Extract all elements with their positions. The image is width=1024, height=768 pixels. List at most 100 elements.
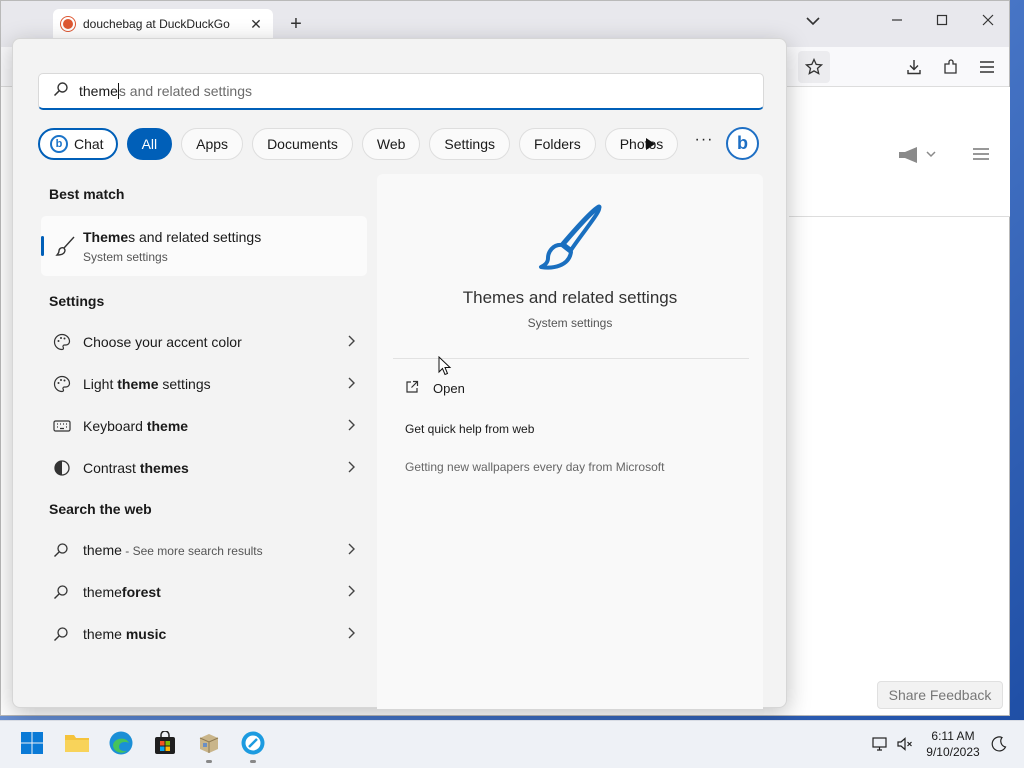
web-result-item[interactable]: theme music — [41, 615, 367, 653]
search-icon — [53, 584, 79, 600]
settings-result-label: Contrast themes — [83, 460, 347, 476]
page-menu-icon[interactable] — [972, 147, 990, 166]
settings-result-label: Choose your accent color — [83, 334, 347, 350]
chevron-right-icon[interactable] — [347, 542, 367, 558]
filter-chat[interactable]: b Chat — [38, 128, 118, 160]
bing-button-icon[interactable]: b — [726, 127, 759, 160]
palette-icon — [53, 375, 79, 393]
tab-title: douchebag at DuckDuckGo — [83, 17, 230, 31]
preview-subtitle: System settings — [527, 316, 613, 330]
filter-documents[interactable]: Documents — [252, 128, 353, 160]
microsoft-store-icon[interactable] — [151, 729, 179, 757]
filter-all[interactable]: All — [126, 128, 173, 160]
close-window-button[interactable] — [978, 13, 998, 30]
search-icon — [53, 81, 69, 102]
running-indicator — [250, 760, 256, 763]
best-match-title-rest: s and related settings — [128, 229, 262, 245]
result-text: Choose your accent color — [83, 334, 242, 350]
result-text: theme — [83, 584, 122, 600]
chevron-right-icon[interactable] — [347, 584, 367, 600]
browser-tab[interactable]: douchebag at DuckDuckGo ✕ — [53, 9, 273, 39]
firefox-browser-icon[interactable] — [239, 729, 267, 757]
settings-result-label: Keyboard theme — [83, 418, 347, 434]
new-tab-button[interactable]: + — [285, 13, 307, 36]
maximize-button[interactable] — [932, 13, 952, 30]
chevron-right-icon[interactable] — [347, 626, 367, 642]
start-search-panel: theme s and related settings b Chat All A… — [12, 38, 787, 709]
downloads-icon[interactable] — [902, 55, 926, 79]
settings-result-item[interactable]: Choose your accent color — [41, 323, 367, 361]
settings-result-label: Light theme settings — [83, 376, 347, 392]
megaphone-icon[interactable] — [897, 147, 937, 168]
search-web-heading: Search the web — [49, 501, 152, 517]
filter-web[interactable]: Web — [361, 128, 421, 160]
open-label: Open — [433, 381, 465, 396]
open-external-icon — [405, 380, 419, 397]
settings-result-item[interactable]: Light theme settings — [41, 365, 367, 403]
chevron-right-icon[interactable] — [347, 460, 367, 476]
volume-muted-icon[interactable] — [896, 735, 914, 753]
filter-settings[interactable]: Settings — [429, 128, 511, 160]
filter-label: Documents — [267, 136, 338, 152]
more-filters-play-icon[interactable] — [641, 135, 659, 153]
web-result-label: themeforest — [83, 584, 347, 600]
menu-hamburger-icon[interactable] — [975, 55, 999, 79]
web-result-item[interactable]: theme - See more search results — [41, 531, 367, 569]
result-text: Keyboard — [83, 418, 147, 434]
result-text: settings — [158, 376, 211, 392]
search-icon — [53, 626, 79, 642]
result-hint: - See more search results — [121, 544, 263, 558]
result-text-bold: theme — [117, 376, 159, 392]
running-indicator — [206, 760, 212, 763]
duckduckgo-favicon-icon — [61, 17, 75, 31]
best-match-title-bold: Theme — [83, 229, 129, 245]
extensions-icon[interactable] — [939, 55, 963, 79]
paintbrush-large-icon — [535, 202, 605, 277]
selection-indicator — [41, 236, 44, 256]
keyboard-icon — [53, 419, 79, 433]
chevron-right-icon[interactable] — [347, 418, 367, 434]
result-text-bold: forest — [121, 584, 161, 600]
result-text: Contrast — [83, 460, 140, 476]
filter-bar: b Chat All Apps Documents Web Settings F… — [38, 127, 687, 161]
result-text: theme — [83, 626, 126, 642]
settings-result-item[interactable]: Keyboard theme — [41, 407, 367, 445]
network-icon[interactable] — [871, 735, 889, 753]
package-app-icon[interactable] — [195, 729, 223, 757]
tab-close-icon[interactable]: ✕ — [247, 16, 265, 33]
best-match-heading: Best match — [49, 186, 125, 202]
file-explorer-icon[interactable] — [63, 729, 91, 757]
more-options-button[interactable]: ··· — [693, 131, 715, 149]
search-input[interactable]: theme s and related settings — [38, 73, 764, 110]
start-button-windows-icon[interactable] — [18, 729, 46, 757]
chevron-right-icon[interactable] — [347, 376, 367, 392]
search-autocomplete-text: s and related settings — [118, 83, 253, 99]
web-result-item[interactable]: themeforest — [41, 573, 367, 611]
open-action[interactable]: Open — [405, 380, 465, 397]
settings-result-item[interactable]: Contrast themes — [41, 449, 367, 487]
filter-apps[interactable]: Apps — [181, 128, 244, 160]
page-header — [789, 87, 1010, 217]
minimize-button[interactable] — [887, 13, 907, 30]
chevron-right-icon[interactable] — [347, 334, 367, 350]
best-match-title: Themes and related settings — [83, 229, 261, 245]
bing-chat-icon: b — [50, 135, 68, 153]
result-text-bold: themes — [139, 460, 189, 476]
tab-list-chevron-icon[interactable] — [803, 13, 823, 30]
quick-help-link[interactable]: Get quick help from web — [405, 422, 534, 436]
result-text-bold: theme — [146, 418, 189, 434]
share-feedback-button[interactable]: Share Feedback — [877, 681, 1003, 709]
settings-heading: Settings — [49, 293, 105, 309]
filter-label: Web — [376, 136, 406, 152]
result-text-bold: music — [125, 626, 167, 642]
web-result-label: theme music — [83, 626, 347, 642]
taskbar-clock[interactable]: 6:11 AM 9/10/2023 — [920, 728, 986, 760]
filter-folders[interactable]: Folders — [519, 128, 596, 160]
mouse-cursor-icon — [438, 355, 452, 376]
search-typed-text: theme — [79, 83, 118, 99]
best-match-item[interactable]: Themes and related settings System setti… — [41, 216, 367, 276]
wallpapers-link[interactable]: Getting new wallpapers every day from Mi… — [405, 460, 664, 474]
edge-browser-icon[interactable] — [107, 729, 135, 757]
paintbrush-icon — [55, 235, 77, 257]
focus-assist-moon-icon[interactable] — [990, 735, 1008, 753]
